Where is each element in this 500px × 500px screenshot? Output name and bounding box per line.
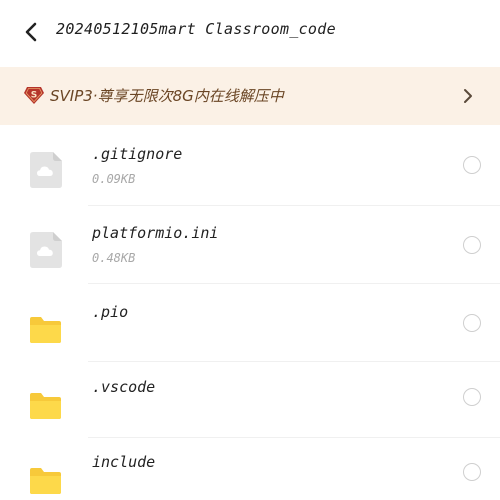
file-row-gitignore[interactable]: .gitignore 0.09KB <box>0 128 500 206</box>
select-checkbox[interactable] <box>463 156 481 174</box>
file-name: .gitignore <box>92 145 183 163</box>
select-checkbox[interactable] <box>463 236 481 254</box>
file-row-include[interactable]: include <box>0 436 500 500</box>
svip-banner-text: SVIP3·尊享无限次8G内在线解压中 <box>50 87 284 105</box>
file-name: .pio <box>92 303 129 321</box>
file-name: include <box>92 453 156 471</box>
svip-banner[interactable]: S SVIP3·尊享无限次8G内在线解压中 <box>0 67 500 125</box>
cloud-file-icon <box>30 232 62 268</box>
svip-badge-icon: S <box>24 87 44 104</box>
back-button[interactable] <box>18 18 46 46</box>
file-size: 0.48KB <box>92 251 136 265</box>
top-bar: 20240512105mart Classroom_code <box>0 0 500 66</box>
file-name: platformio.ini <box>92 224 219 242</box>
chevron-left-icon <box>25 22 37 42</box>
folder-icon <box>30 468 61 494</box>
file-browser-screen: 20240512105mart Classroom_code S SVIP3·尊… <box>0 0 500 500</box>
select-checkbox[interactable] <box>463 388 481 406</box>
file-name: .vscode <box>92 378 156 396</box>
file-row-vscode[interactable]: .vscode <box>0 360 500 438</box>
page-title: 20240512105mart Classroom_code <box>56 20 336 38</box>
chevron-right-icon <box>464 89 472 103</box>
file-row-platformio[interactable]: platformio.ini 0.48KB <box>0 206 500 284</box>
cloud-file-icon <box>30 152 62 188</box>
select-checkbox[interactable] <box>463 314 481 332</box>
folder-icon <box>30 393 61 419</box>
file-size: 0.09KB <box>92 172 136 186</box>
select-checkbox[interactable] <box>463 463 481 481</box>
file-row-pio[interactable]: .pio <box>0 284 500 362</box>
folder-icon <box>30 317 61 343</box>
svip-badge-letter: S <box>31 91 37 101</box>
